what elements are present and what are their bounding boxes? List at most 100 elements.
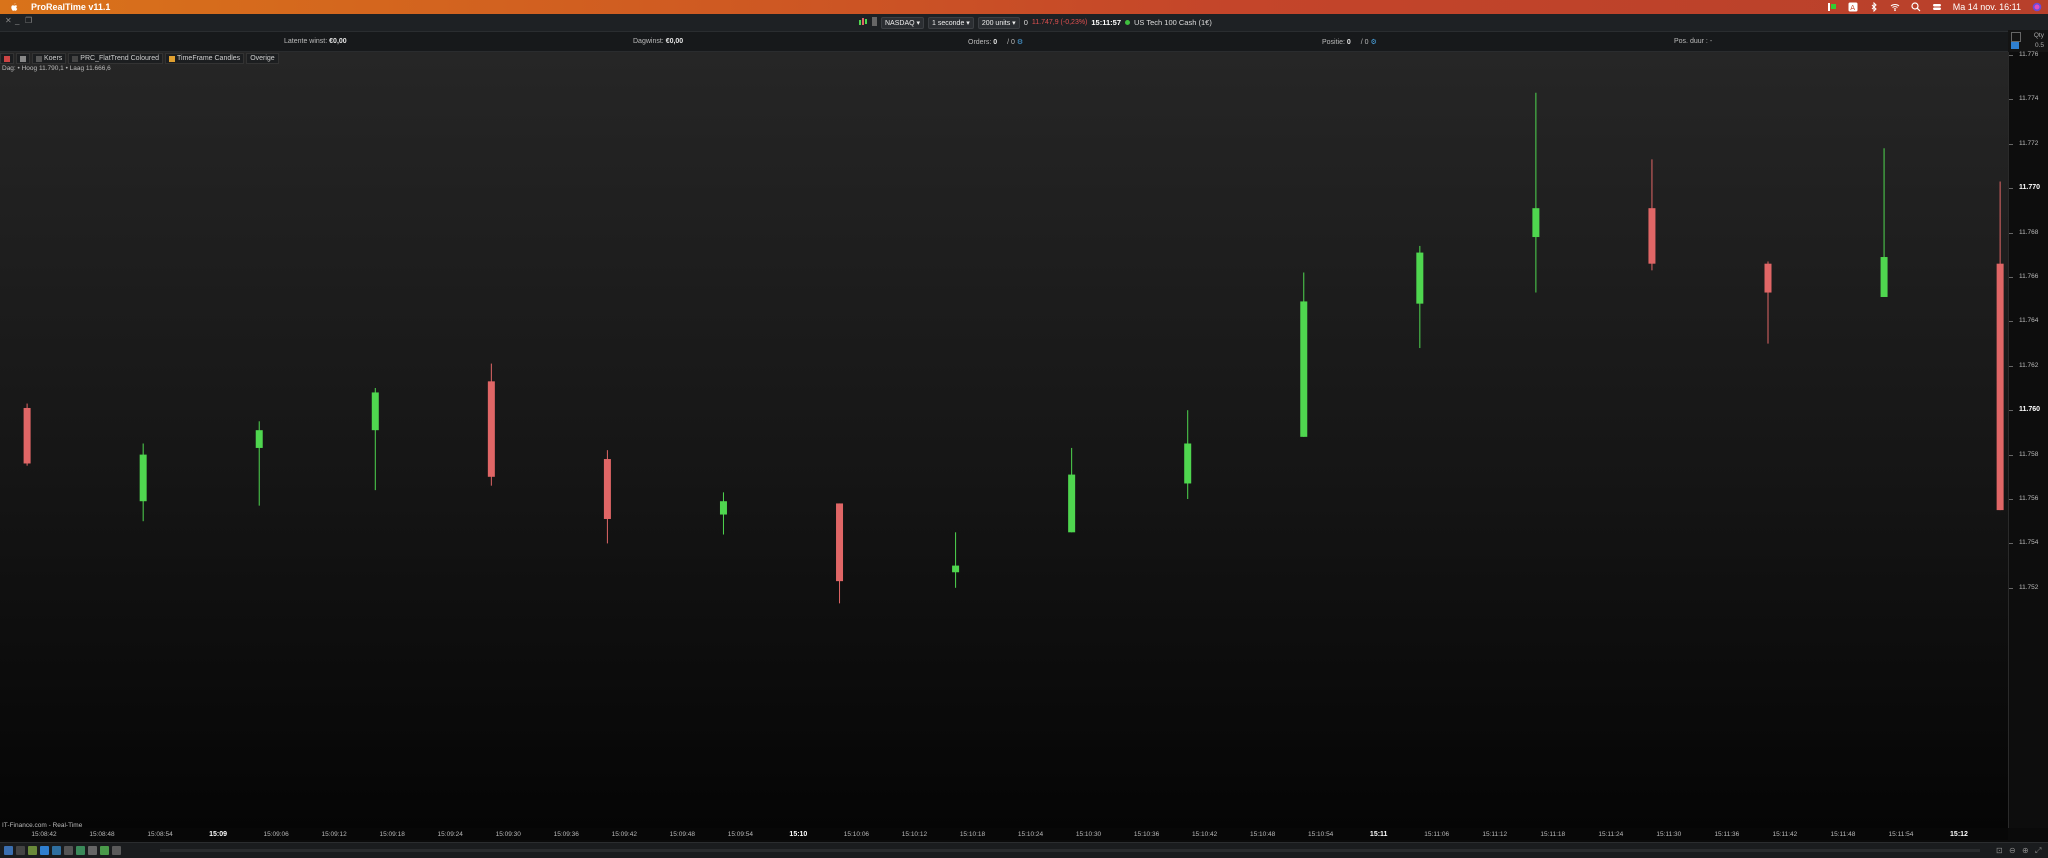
candle-up[interactable] <box>1416 245 1424 349</box>
price-tick-label: 11.754 <box>2019 539 2039 547</box>
candle-body <box>1184 443 1192 484</box>
wifi-icon[interactable] <box>1890 2 1900 12</box>
time-tick-label: 15:11:24 <box>1598 831 1624 838</box>
cursor-icon[interactable] <box>16 846 25 855</box>
chart-scrollbar[interactable] <box>160 849 1980 852</box>
qty-value[interactable]: 0.5 <box>2035 42 2044 49</box>
orders-label: Orders: <box>968 39 992 46</box>
price-tick-mark <box>2009 55 2013 56</box>
macos-menubar: ProRealTime v11.1 A Ma 14 nov. 16:11 <box>0 0 2048 14</box>
position-status[interactable]: Positie: 0 / 0 ⚙ <box>1322 38 1377 46</box>
position-settings-icon[interactable]: ⚙ <box>1371 39 1377 46</box>
crosshair-icon[interactable] <box>40 846 49 855</box>
trendline-icon[interactable] <box>28 846 37 855</box>
magnet-icon[interactable] <box>2011 32 2021 42</box>
candle-up[interactable] <box>139 443 147 522</box>
time-axis[interactable]: 15:08:42 15:08:48 15:08:54 15:09 15:09:06 15:… <box>0 828 2008 840</box>
menubar-clock[interactable]: Ma 14 nov. 16:11 <box>1953 2 2021 12</box>
candle-down[interactable] <box>603 450 611 544</box>
duration-label: Pos. duur : <box>1674 38 1708 45</box>
orders-status[interactable]: Orders: 0 / 0 ⚙ <box>968 38 1023 46</box>
detach-icon[interactable]: ❐ <box>25 17 32 25</box>
alert-icon[interactable] <box>112 846 121 855</box>
svg-text:A: A <box>1850 4 1855 12</box>
candle-up[interactable] <box>1532 92 1540 293</box>
price-tick-label: 11.752 <box>2019 583 2039 591</box>
price-tick-label: 11.776 <box>2019 51 2039 58</box>
latent-profit: Latente winst: €0,00 <box>284 38 347 45</box>
color-icon[interactable] <box>872 17 877 28</box>
save-icon[interactable] <box>76 846 85 855</box>
zoom-fit-icon[interactable]: ⊡ <box>1996 846 2005 855</box>
apple-icon[interactable] <box>9 2 19 12</box>
time-tick-label: 15:11:54 <box>1888 831 1914 838</box>
candle-body <box>952 565 960 573</box>
candle-up[interactable] <box>719 492 727 535</box>
time-tick-label: 15:10:12 <box>901 831 928 838</box>
search-icon[interactable] <box>1911 2 1921 12</box>
time-tick-label: 15:09:54 <box>727 831 754 838</box>
timeframe-select-label: 1 seconde <box>932 19 965 27</box>
price-tick-label: 11.772 <box>2019 139 2039 147</box>
layout-icon[interactable] <box>52 846 61 855</box>
candle-body <box>719 501 727 515</box>
candle-down[interactable] <box>1764 261 1772 344</box>
time-tick-label: 15:08:48 <box>89 831 115 838</box>
price-tick-mark <box>2009 232 2013 234</box>
time-tick-label: 15:11:30 <box>1656 831 1682 838</box>
units-select[interactable]: 200 units ▾ <box>977 16 1020 29</box>
input-source-icon[interactable]: A <box>1848 2 1858 12</box>
candle-up[interactable] <box>1184 410 1192 499</box>
siri-icon[interactable] <box>2032 2 2042 12</box>
control-center-icon[interactable] <box>1932 2 1942 12</box>
price-tick-label: 11.774 <box>2019 95 2039 103</box>
close-icon[interactable]: ✕ <box>5 17 12 25</box>
candle-up[interactable] <box>1880 148 1888 297</box>
candle-up[interactable] <box>371 388 379 491</box>
chart-type-icon[interactable] <box>858 17 868 28</box>
time-tick-label: 15:11:12 <box>1482 831 1508 838</box>
candle-up[interactable] <box>1300 272 1308 437</box>
candle-body <box>1648 208 1656 264</box>
minimize-icon[interactable]: _ <box>15 17 21 25</box>
candle-up[interactable] <box>952 532 960 588</box>
candle-body <box>139 454 147 502</box>
candle-down[interactable] <box>1996 181 2004 511</box>
timeframe-select[interactable]: 1 seconde ▾ <box>928 16 974 29</box>
time-tick-label: 15:11:18 <box>1540 831 1566 838</box>
candle-down[interactable] <box>487 363 495 486</box>
time-tick-label: 15:10:24 <box>1017 831 1044 838</box>
copy-icon[interactable] <box>88 846 97 855</box>
price-tick-mark <box>2009 499 2013 500</box>
candle-down[interactable] <box>1648 159 1656 271</box>
zoom-in-icon[interactable]: ⊕ <box>2022 846 2031 855</box>
zoom-out-icon[interactable]: ⊖ <box>2009 846 2018 855</box>
candle-up[interactable] <box>1068 447 1076 533</box>
time-tick-label: 15:09:24 <box>437 831 463 838</box>
time-tick-label: 15:09:12 <box>321 831 347 838</box>
price-axis[interactable]: 11.776 11.774 11.772 11.770 11.768 11.766 11.7… <box>2008 51 2048 828</box>
buy-icon[interactable] <box>2011 42 2019 49</box>
price-tick-mark <box>2009 321 2013 323</box>
app-name[interactable]: ProRealTime v11.1 <box>31 2 110 12</box>
flag-icon[interactable] <box>1827 2 1837 12</box>
candle-down[interactable] <box>23 403 31 466</box>
market-select[interactable]: NASDAQ ▾ <box>881 16 925 29</box>
orders-settings-icon[interactable]: ⚙ <box>1017 39 1023 46</box>
candle-body <box>23 407 31 464</box>
time-tick-label: 15:09:48 <box>669 831 695 838</box>
account-bar: Latente winst: €0,00 Dagwinst: €0,00 Ord… <box>0 32 2048 52</box>
candle-body <box>1764 263 1772 293</box>
candle-down[interactable] <box>836 503 844 604</box>
time-tick-label: 15:11 <box>1369 831 1388 838</box>
price-axis-header: Qty 0.5 <box>2008 30 2048 52</box>
zoom-auto-icon[interactable]: ⤢ <box>2035 846 2044 855</box>
candlestick-chart[interactable] <box>0 52 2008 842</box>
candle-up[interactable] <box>255 421 263 506</box>
indicator-add-icon[interactable] <box>100 846 109 855</box>
bluetooth-icon[interactable] <box>1869 1 1879 13</box>
price-tick-label: 11.758 <box>2019 450 2039 458</box>
instrument-name[interactable]: US Tech 100 Cash (1€) <box>1134 18 1212 27</box>
pencil-icon[interactable] <box>4 846 13 855</box>
grid-icon[interactable] <box>64 846 73 855</box>
